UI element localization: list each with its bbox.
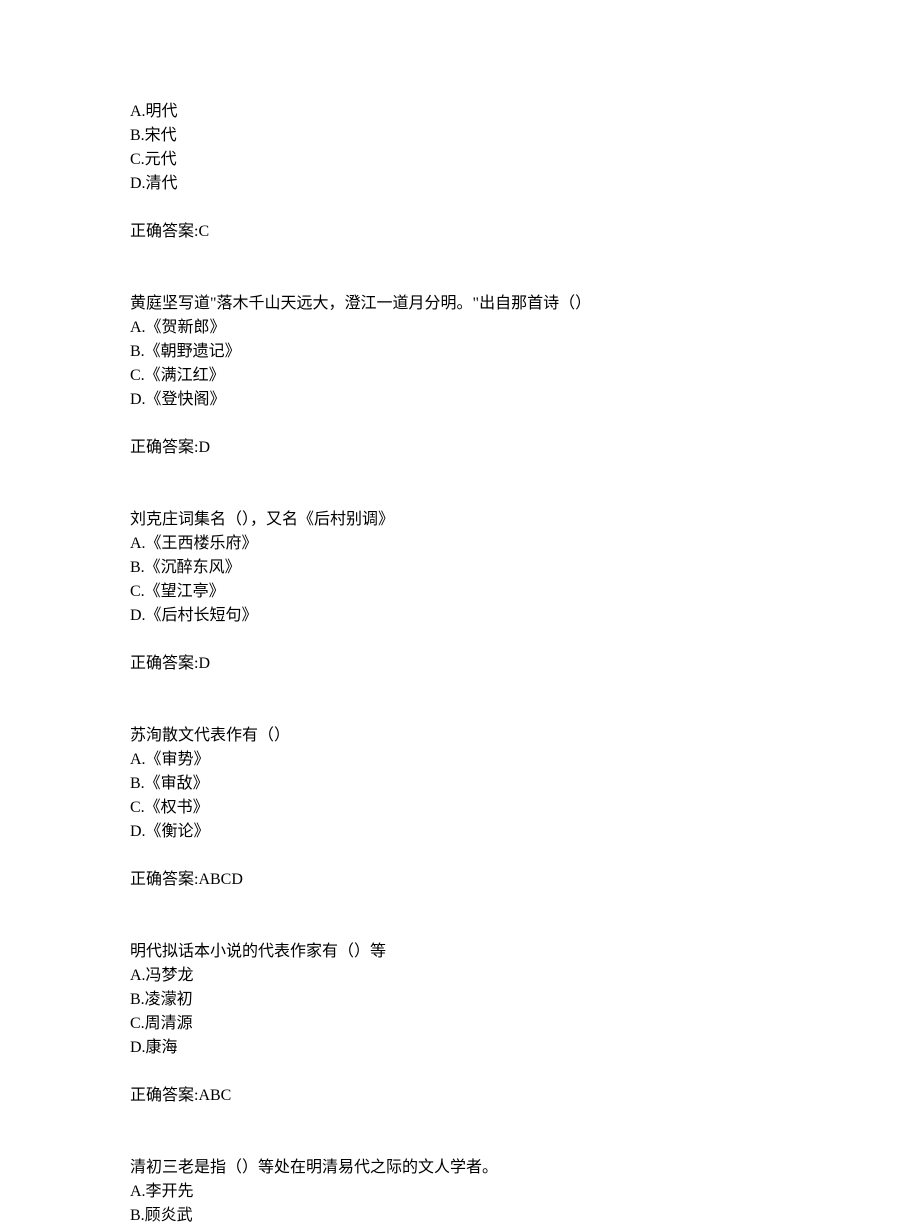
option-a: A.李开先	[130, 1180, 920, 1204]
option-b: B.《沉醉东风》	[130, 556, 920, 580]
option-b: B.凌濛初	[130, 988, 920, 1012]
option-b: B.宋代	[130, 124, 920, 148]
question-text: 清初三老是指（）等处在明清易代之际的文人学者。	[130, 1156, 920, 1180]
answer-text: 正确答案:ABCD	[130, 868, 920, 892]
option-a: A.冯梦龙	[130, 964, 920, 988]
question-block-1: A.明代 B.宋代 C.元代 D.清代 正确答案:C	[130, 100, 920, 244]
option-b: B.《朝野遗记》	[130, 340, 920, 364]
question-block-5: 明代拟话本小说的代表作家有（）等 A.冯梦龙 B.凌濛初 C.周清源 D.康海 …	[130, 940, 920, 1108]
option-b: B.顾炎武	[130, 1204, 920, 1228]
option-d: D.《后村长短句》	[130, 604, 920, 628]
option-a: A.《贺新郎》	[130, 316, 920, 340]
option-a: A.《审势》	[130, 748, 920, 772]
answer-text: 正确答案:ABC	[130, 1084, 920, 1108]
question-block-4: 苏洵散文代表作有（） A.《审势》 B.《审敌》 C.《权书》 D.《衡论》 正…	[130, 724, 920, 892]
question-text: 刘克庄词集名（），又名《后村别调》	[130, 508, 920, 532]
answer-text: 正确答案:D	[130, 652, 920, 676]
question-block-3: 刘克庄词集名（），又名《后村别调》 A.《王西楼乐府》 B.《沉醉东风》 C.《…	[130, 508, 920, 676]
question-block-2: 黄庭坚写道"落木千山天远大，澄江一道月分明。"出自那首诗（） A.《贺新郎》 B…	[130, 292, 920, 460]
option-c: C.《满江红》	[130, 364, 920, 388]
question-text: 明代拟话本小说的代表作家有（）等	[130, 940, 920, 964]
option-d: D.《衡论》	[130, 820, 920, 844]
answer-text: 正确答案:D	[130, 436, 920, 460]
option-a: A.明代	[130, 100, 920, 124]
option-a: A.《王西楼乐府》	[130, 532, 920, 556]
option-d: D.《登快阁》	[130, 388, 920, 412]
question-block-6: 清初三老是指（）等处在明清易代之际的文人学者。 A.李开先 B.顾炎武	[130, 1156, 920, 1228]
option-d: D.清代	[130, 172, 920, 196]
option-b: B.《审敌》	[130, 772, 920, 796]
option-c: C.周清源	[130, 1012, 920, 1036]
question-text: 黄庭坚写道"落木千山天远大，澄江一道月分明。"出自那首诗（）	[130, 292, 920, 316]
answer-text: 正确答案:C	[130, 220, 920, 244]
option-c: C.《望江亭》	[130, 580, 920, 604]
option-d: D.康海	[130, 1036, 920, 1060]
option-c: C.《权书》	[130, 796, 920, 820]
option-c: C.元代	[130, 148, 920, 172]
question-text: 苏洵散文代表作有（）	[130, 724, 920, 748]
